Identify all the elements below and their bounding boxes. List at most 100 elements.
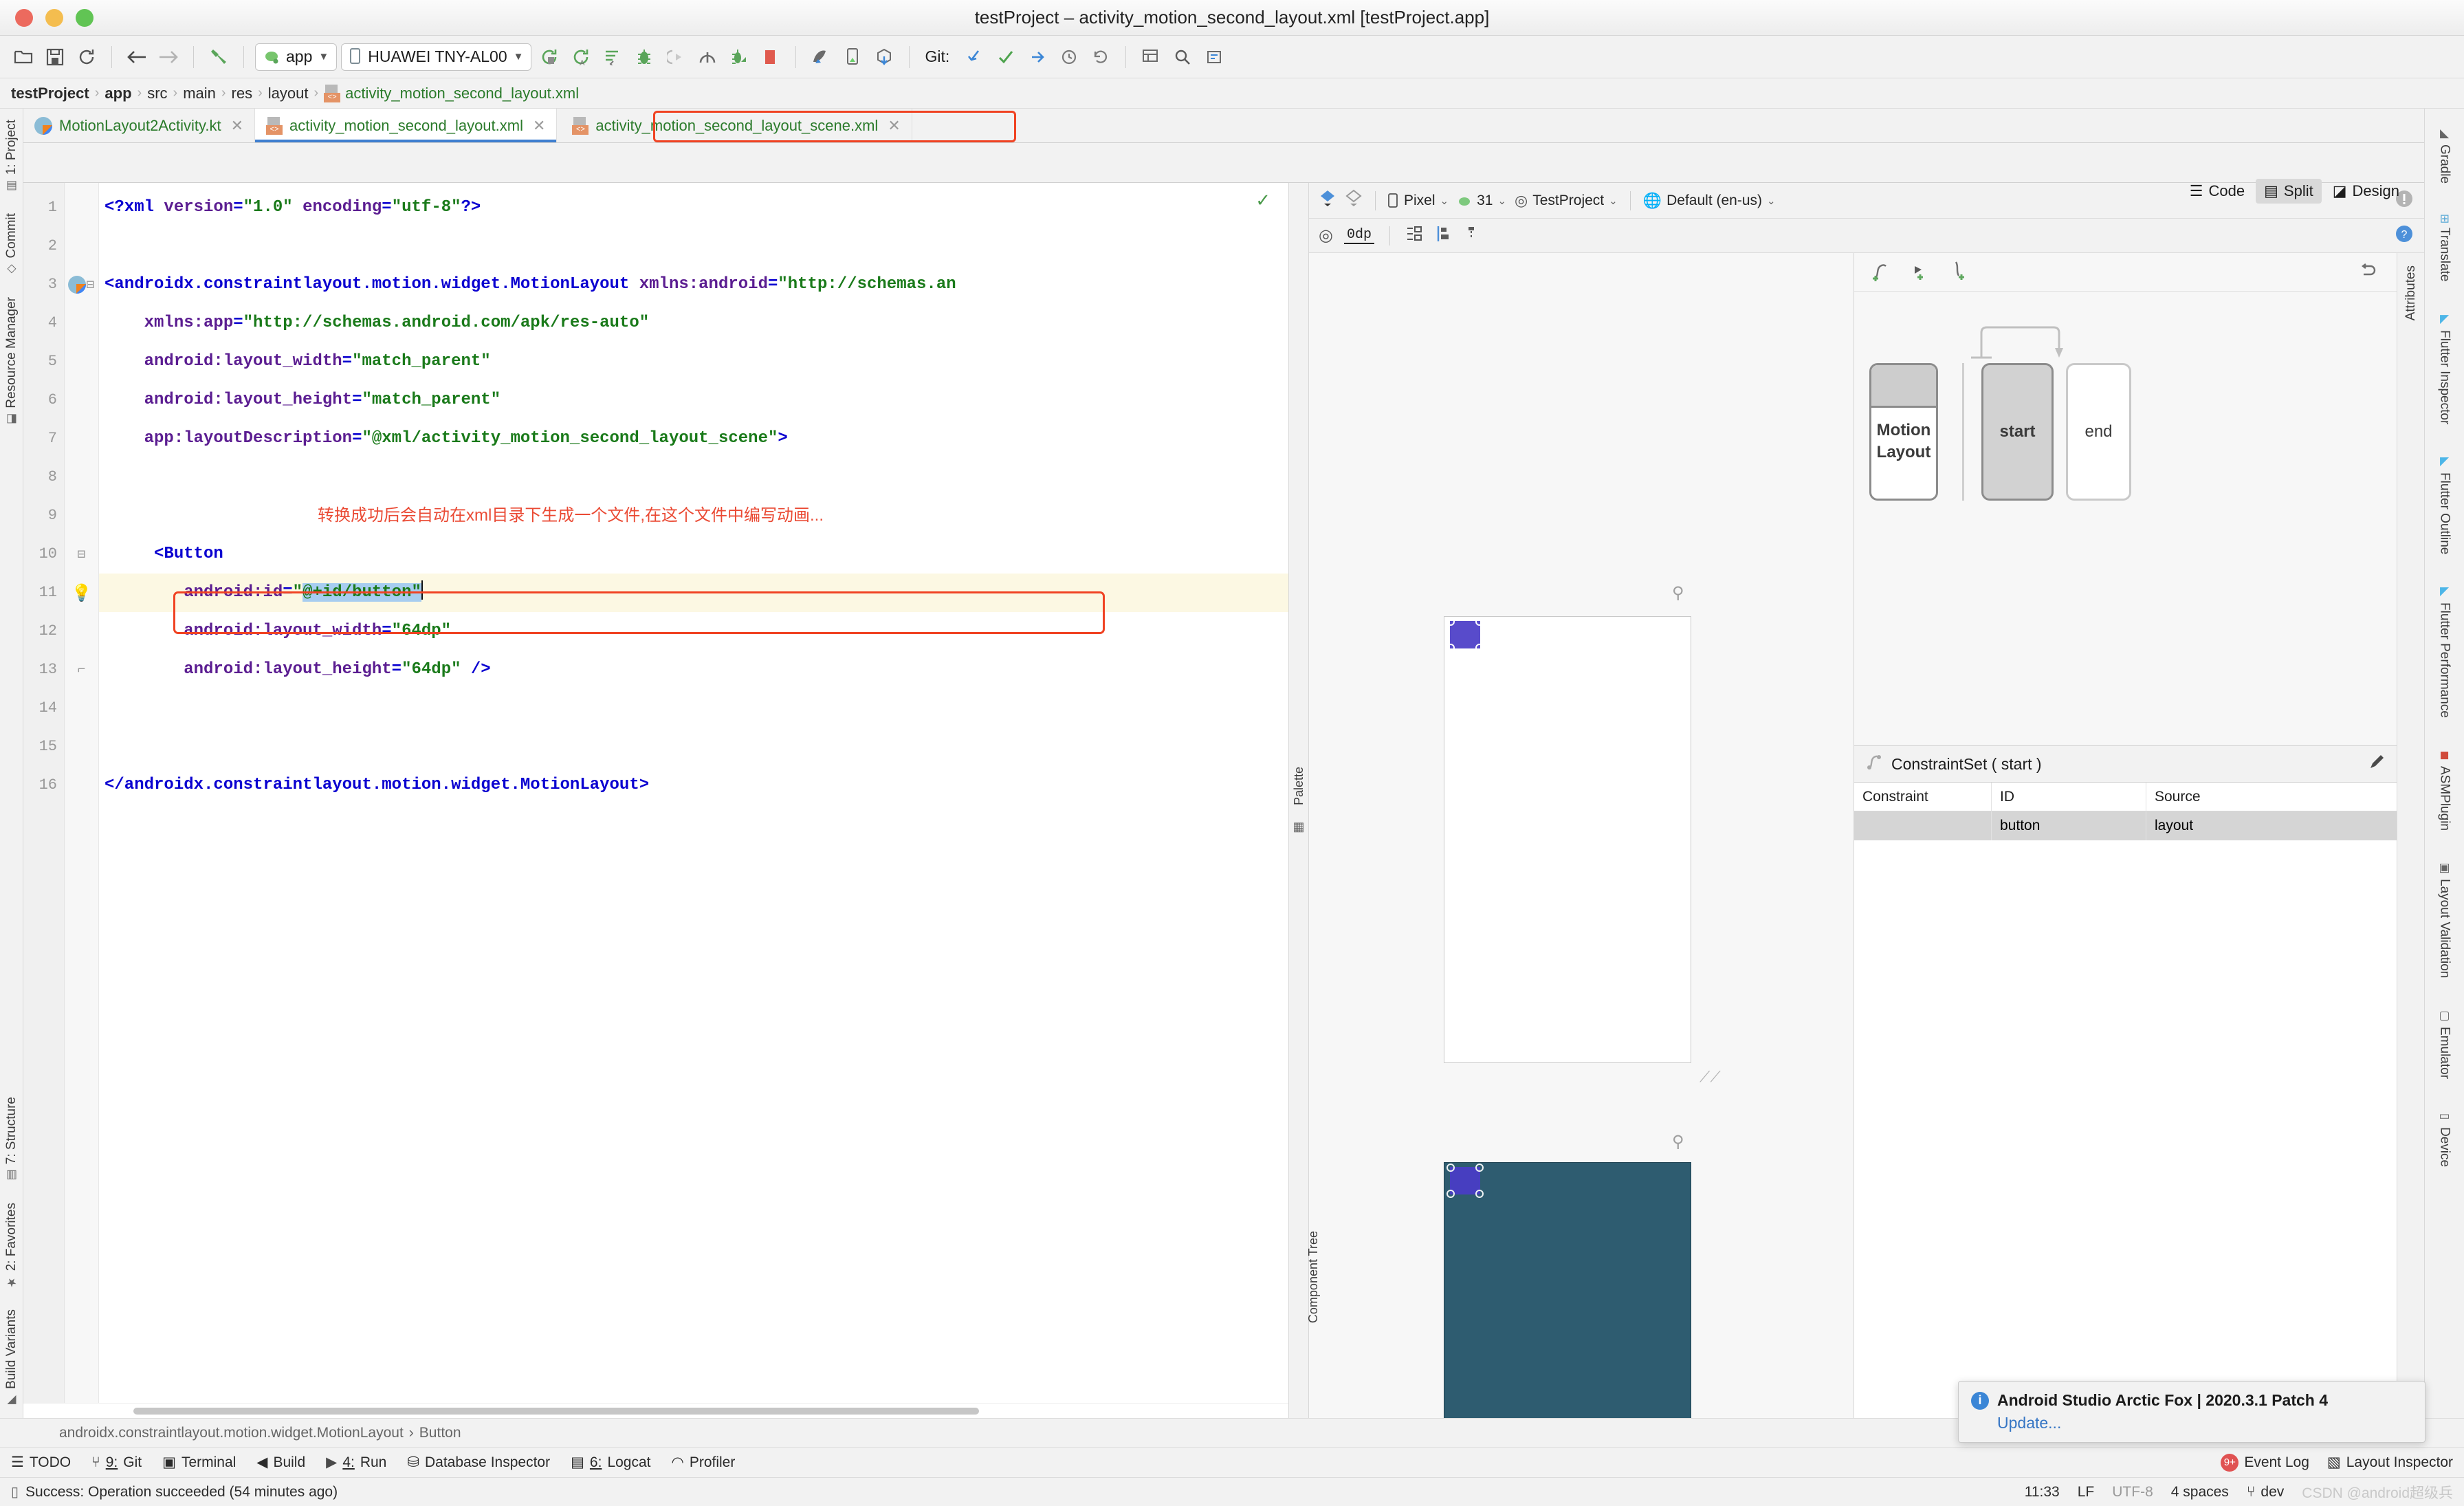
view-mode-design[interactable]: ◪ Design bbox=[2324, 179, 2408, 204]
tool-window-logcat[interactable]: ▤ 6: Logcat bbox=[571, 1454, 650, 1471]
gutter-mark[interactable] bbox=[65, 381, 98, 419]
tool-window-event-log[interactable]: 9+ Event Log bbox=[2221, 1453, 2309, 1472]
sidebar-item-asmplugin[interactable]: ◼ ASMPlugin bbox=[2437, 748, 2452, 831]
fold-icon[interactable]: ⌐ bbox=[77, 662, 85, 678]
code-line[interactable]: android:layout_width="64dp" bbox=[99, 612, 1288, 651]
create-transition-icon[interactable] bbox=[1871, 259, 1891, 285]
avd-icon[interactable] bbox=[807, 43, 835, 71]
push-icon[interactable] bbox=[1024, 43, 1051, 71]
tool-window-terminal[interactable]: ▣ Terminal bbox=[162, 1454, 236, 1471]
sidebar-item-translate[interactable]: ⊞ Translate bbox=[2437, 214, 2452, 282]
code-line[interactable] bbox=[99, 689, 1288, 728]
blueprint-icon[interactable] bbox=[1345, 189, 1363, 212]
code-line[interactable]: <?xml version="1.0" encoding="utf-8"?> bbox=[99, 188, 1288, 227]
code-line[interactable] bbox=[99, 458, 1288, 496]
constraintset-start-box[interactable]: start bbox=[1981, 363, 2054, 501]
status-branch[interactable]: ⑂ dev bbox=[2247, 1484, 2284, 1500]
gutter-mark[interactable] bbox=[65, 227, 98, 265]
close-icon[interactable]: ✕ bbox=[231, 117, 243, 135]
update-notification[interactable]: i Android Studio Arctic Fox | 2020.3.1 P… bbox=[1958, 1381, 2426, 1443]
tool-window-run[interactable]: ▶ 4: Run bbox=[326, 1454, 386, 1471]
sidebar-item-device[interactable]: ▭ Device bbox=[2437, 1109, 2452, 1167]
editor-horizontal-scrollbar[interactable] bbox=[23, 1403, 1288, 1418]
lightbulb-icon[interactable]: 💡 bbox=[72, 583, 92, 603]
code-line[interactable]: android:layout_height="64dp" /> bbox=[99, 651, 1288, 689]
commit-icon[interactable] bbox=[992, 43, 1020, 71]
hammer-icon[interactable] bbox=[205, 43, 232, 71]
fold-icon[interactable]: ⊟ bbox=[86, 276, 94, 294]
motion-overview[interactable]: Motion Layout start end bbox=[1854, 292, 2397, 745]
scrollbar-thumb[interactable] bbox=[133, 1408, 979, 1415]
constraint-handle[interactable] bbox=[1446, 1190, 1455, 1198]
tool-window-database-inspector[interactable]: ⛁ Database Inspector bbox=[407, 1454, 550, 1471]
table-row[interactable]: button layout bbox=[1854, 811, 2397, 840]
breadcrumb-item-layout[interactable]: layout bbox=[268, 85, 309, 102]
constraintset-end-box[interactable]: end bbox=[2066, 363, 2131, 501]
motion-layout-box[interactable]: Motion Layout bbox=[1869, 363, 1938, 501]
sidebar-item-favorites[interactable]: ★ 2: Favorites bbox=[4, 1203, 19, 1289]
close-icon[interactable]: ✕ bbox=[888, 117, 900, 135]
breadcrumb-item-res[interactable]: res bbox=[232, 85, 253, 102]
sidebar-item-flutter-outline[interactable]: ◤ Flutter Outline bbox=[2437, 455, 2452, 554]
view-mode-split[interactable]: ▤ Split bbox=[2256, 179, 2322, 204]
code-line[interactable]: xmlns:app="http://schemas.android.com/ap… bbox=[99, 304, 1288, 342]
gutter-mark[interactable]: ⌐ bbox=[65, 651, 98, 689]
gutter-mark[interactable] bbox=[65, 342, 98, 381]
minimize-window-button[interactable] bbox=[45, 8, 63, 27]
locale-dropdown[interactable]: 🌐 Default (en-us) ⌄ bbox=[1643, 192, 1776, 210]
apply-changes-icon[interactable] bbox=[599, 43, 626, 71]
fold-icon[interactable]: ⊟ bbox=[77, 545, 85, 563]
help-icon[interactable]: ? bbox=[2394, 223, 2414, 248]
code-line[interactable]: app:layoutDescription="@xml/activity_mot… bbox=[99, 419, 1288, 458]
margin-value[interactable]: 0dp bbox=[1343, 227, 1374, 244]
code-line[interactable] bbox=[99, 728, 1288, 766]
view-mode-code[interactable]: ☰ Code bbox=[2181, 179, 2253, 204]
run-anr-icon[interactable]: A bbox=[567, 43, 595, 71]
search-everywhere-icon[interactable] bbox=[1169, 43, 1196, 71]
kotlin-marker-icon[interactable] bbox=[68, 276, 87, 294]
gutter-mark[interactable] bbox=[65, 419, 98, 458]
start-state-preview[interactable] bbox=[1444, 616, 1691, 1063]
design-surface-icon[interactable] bbox=[1319, 189, 1336, 212]
device-select[interactable]: HUAWEI TNY-AL00 ▼ bbox=[341, 43, 532, 71]
tool-window-todo[interactable]: ☰ TODO bbox=[11, 1454, 71, 1471]
gutter-mark[interactable]: 💡 bbox=[65, 574, 98, 612]
cycle-icon[interactable] bbox=[2360, 261, 2380, 283]
pencil-icon[interactable] bbox=[2368, 753, 2386, 775]
code-line[interactable]: <androidx.constraintlayout.motion.widget… bbox=[99, 265, 1288, 304]
sidebar-item-structure[interactable]: ▥ 7: Structure bbox=[4, 1097, 19, 1182]
path-child[interactable]: Button bbox=[419, 1425, 461, 1441]
code-line[interactable]: </androidx.constraintlayout.motion.widge… bbox=[99, 766, 1288, 805]
breadcrumb-item-file[interactable]: <> activity_motion_second_layout.xml bbox=[324, 84, 579, 102]
back-arrow-icon[interactable] bbox=[123, 43, 151, 71]
constraintset-table[interactable]: Constraint ID Source button layout bbox=[1854, 783, 2397, 1418]
gutter-mark[interactable] bbox=[65, 496, 98, 535]
history-icon[interactable] bbox=[1055, 43, 1083, 71]
close-window-button[interactable] bbox=[15, 8, 33, 27]
api-dropdown[interactable]: 31 ⌄ bbox=[1457, 193, 1506, 209]
tab-activity-motion-second-layout-xml[interactable]: <> activity_motion_second_layout.xml ✕ bbox=[255, 109, 558, 142]
code-line[interactable]: android:id="@+id/button" bbox=[99, 574, 1288, 612]
breadcrumb-item-src[interactable]: src bbox=[147, 85, 167, 102]
sidebar-item-layout-validation[interactable]: ▣ Layout Validation bbox=[2437, 861, 2452, 978]
revert-icon[interactable] bbox=[1087, 43, 1114, 71]
component-tree-label[interactable]: Component Tree bbox=[1306, 1231, 1321, 1323]
constraint-handle[interactable] bbox=[1446, 618, 1455, 626]
device-dropdown[interactable]: Pixel ⌄ bbox=[1388, 193, 1449, 209]
gutter-mark[interactable] bbox=[65, 689, 98, 728]
sdk-icon[interactable] bbox=[839, 43, 866, 71]
module-select[interactable]: app ▼ bbox=[255, 43, 338, 71]
constraint-handle[interactable] bbox=[1475, 618, 1484, 626]
attributes-label[interactable]: Attributes bbox=[2404, 265, 2419, 320]
editor-marks-gutter[interactable]: ⊟ ⊟ 💡 ⌐ bbox=[65, 183, 99, 1403]
constraint-handle[interactable] bbox=[1475, 1164, 1484, 1172]
gutter-mark[interactable] bbox=[65, 304, 98, 342]
sidebar-item-emulator[interactable]: ▢ Emulator bbox=[2437, 1009, 2452, 1079]
run-icon[interactable] bbox=[536, 43, 563, 71]
code-text-area[interactable]: <?xml version="1.0" encoding="utf-8"?> <… bbox=[99, 183, 1288, 1403]
notification-update-link[interactable]: Update... bbox=[1997, 1414, 2412, 1432]
default-margin-icon[interactable]: ◎ bbox=[1319, 226, 1333, 245]
code-line[interactable]: android:layout_width="match_parent" bbox=[99, 342, 1288, 381]
tab-motionlayout2activity-kt[interactable]: MotionLayout2Activity.kt ✕ bbox=[23, 109, 256, 142]
status-line-separator[interactable]: LF bbox=[2078, 1484, 2095, 1500]
